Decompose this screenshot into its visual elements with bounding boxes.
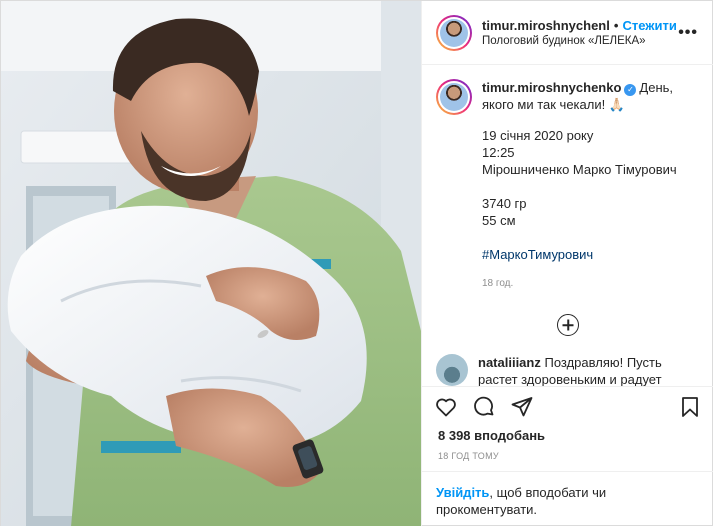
share-icon[interactable] bbox=[510, 395, 534, 419]
caption-username[interactable]: timur.miroshnychenko bbox=[482, 80, 621, 95]
action-bar bbox=[422, 386, 713, 426]
caption-avatar[interactable] bbox=[436, 79, 472, 115]
commenter-username[interactable]: nataliiianz bbox=[478, 355, 541, 370]
post-photo[interactable] bbox=[1, 1, 421, 526]
post-time-ago: 18 ГОД ТОМУ bbox=[438, 451, 499, 461]
caption-timestamp: 18 год. bbox=[482, 278, 514, 289]
post-sidebar: timur.miroshnychenl • Стежити Пологовий … bbox=[421, 1, 713, 526]
follow-button[interactable]: Стежити bbox=[622, 18, 676, 33]
commenter-avatar[interactable] bbox=[436, 354, 468, 386]
header-separator: • bbox=[613, 18, 619, 33]
caption-hashtag[interactable]: #МаркоТимурович bbox=[482, 246, 700, 263]
comments-area: timur.miroshnychenko ✓ День, якого ми так … bbox=[422, 65, 713, 386]
bookmark-icon[interactable] bbox=[678, 395, 702, 419]
likes-count[interactable]: 8 398 вподобань bbox=[422, 428, 713, 443]
caption-weight: 3740 гр bbox=[482, 196, 527, 211]
verified-badge-icon: ✓ bbox=[624, 84, 637, 96]
caption-name: Мірошниченко Марко Тімурович bbox=[482, 162, 677, 177]
plus-circle-icon[interactable] bbox=[557, 314, 579, 336]
heart-icon[interactable] bbox=[434, 395, 458, 419]
caption-height: 55 см bbox=[482, 213, 516, 228]
comment-item: nataliiianz Поздравляю! Пусть растет здо… bbox=[436, 354, 700, 386]
instagram-post: timur.miroshnychenl • Стежити Пологовий … bbox=[0, 0, 713, 526]
post-header: timur.miroshnychenl • Стежити Пологовий … bbox=[422, 1, 713, 65]
caption: timur.miroshnychenko ✓ День, якого ми так … bbox=[436, 79, 700, 292]
login-prompt: Увійдіть, щоб вподобати чи прокоментуват… bbox=[422, 471, 713, 526]
author-username[interactable]: timur.miroshnychenl bbox=[482, 18, 610, 33]
post-photo-image bbox=[1, 1, 421, 526]
login-link[interactable]: Увійдіть bbox=[436, 485, 489, 500]
location-link[interactable]: Пологовий будинок «ЛЕЛЕКА» bbox=[482, 35, 674, 47]
author-avatar[interactable] bbox=[436, 14, 472, 51]
caption-date: 19 січня 2020 року bbox=[482, 128, 594, 143]
more-dots-icon[interactable]: ••• bbox=[674, 20, 702, 46]
caption-time: 12:25 bbox=[482, 145, 515, 160]
load-more-comments[interactable] bbox=[436, 314, 700, 336]
comment-icon[interactable] bbox=[472, 395, 496, 419]
